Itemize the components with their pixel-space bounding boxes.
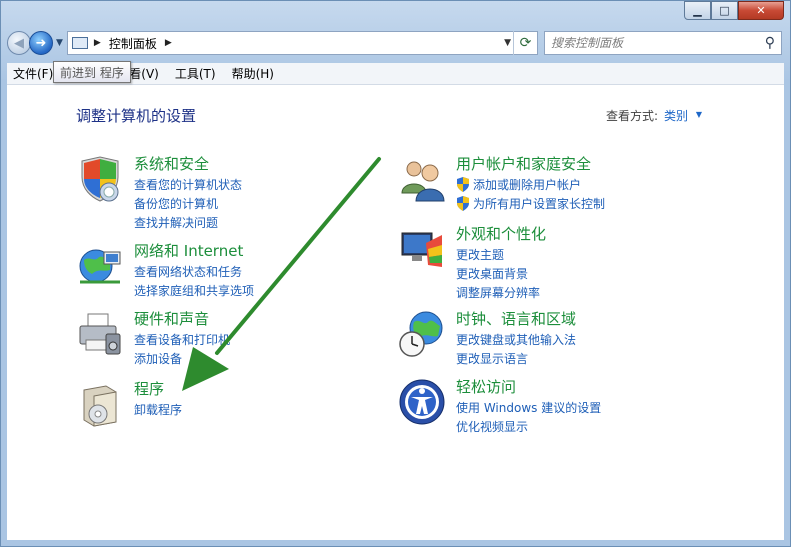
category-title-clock-region[interactable]: 时钟、语言和区域 xyxy=(456,308,576,329)
menu-file[interactable]: 文件(F) xyxy=(7,65,59,82)
category-title-hardware[interactable]: 硬件和声音 xyxy=(134,308,209,329)
address-bar[interactable]: ▶ 控制面板 ▶ ▼ ⟳ xyxy=(66,31,538,55)
maximize-button[interactable]: □ xyxy=(711,1,738,20)
link-parental-controls-label: 为所有用户设置家长控制 xyxy=(473,197,606,211)
link-uninstall-program[interactable]: 卸载程序 xyxy=(134,401,182,420)
link-homegroup[interactable]: 选择家庭组和共享选项 xyxy=(134,282,254,301)
link-network-status[interactable]: 查看网络状态和任务 xyxy=(134,263,254,282)
category-title-ease-access[interactable]: 轻松访问 xyxy=(456,376,516,397)
uac-shield-icon xyxy=(457,196,469,211)
caption-buttons: ▁ □ ✕ xyxy=(684,1,784,21)
search-input[interactable] xyxy=(551,36,751,50)
menu-help[interactable]: 帮助(H) xyxy=(226,65,280,82)
link-add-remove-users[interactable]: 添加或删除用户帐户 xyxy=(456,176,605,195)
category-title-user-accounts[interactable]: 用户帐户和家庭安全 xyxy=(456,153,591,174)
globe-network-icon[interactable] xyxy=(76,242,124,290)
appearance-icon[interactable] xyxy=(398,225,446,273)
search-icon[interactable]: ⚲ xyxy=(765,35,775,51)
breadcrumb-control-panel[interactable]: 控制面板 xyxy=(109,35,157,52)
view-by-dropdown[interactable]: 类别 xyxy=(664,107,688,124)
link-devices-printers[interactable]: 查看设备和打印机 xyxy=(134,331,230,350)
printer-icon[interactable] xyxy=(76,310,124,358)
control-panel-icon xyxy=(71,37,88,49)
control-panel-window: ▁ □ ✕ ◀ ➜ ▼ ▶ 控制面板 ▶ ▼ ⟳ ⚲ 文件(F) 查看(V) 工… xyxy=(0,0,791,547)
recent-pages-dropdown[interactable]: ▼ xyxy=(56,38,63,48)
clock-globe-icon[interactable] xyxy=(398,310,446,358)
search-box[interactable]: ⚲ xyxy=(544,31,782,55)
content-pane: 调整计算机的设置 查看方式: 类别 ▼ 系统和安全 查看您的计算机状态 备份您的… xyxy=(7,85,784,540)
link-keyboard-input[interactable]: 更改键盘或其他输入法 xyxy=(456,331,576,350)
link-add-device[interactable]: 添加设备 xyxy=(134,350,230,369)
link-display-language[interactable]: 更改显示语言 xyxy=(456,350,576,369)
minimize-button[interactable]: ▁ xyxy=(684,1,711,20)
ease-of-access-icon[interactable] xyxy=(398,378,446,426)
view-by-label: 查看方式: xyxy=(605,109,658,123)
forward-tooltip: 前进到 程序 xyxy=(53,61,131,83)
link-windows-recommended[interactable]: 使用 Windows 建议的设置 xyxy=(456,399,601,418)
programs-box-icon[interactable] xyxy=(76,380,124,428)
link-desktop-background[interactable]: 更改桌面背景 xyxy=(456,265,540,284)
menu-tools[interactable]: 工具(T) xyxy=(169,65,222,82)
link-optimize-display[interactable]: 优化视频显示 xyxy=(456,418,601,437)
shield-icon[interactable] xyxy=(76,155,124,203)
link-change-theme[interactable]: 更改主题 xyxy=(456,246,540,265)
category-title-system-security[interactable]: 系统和安全 xyxy=(134,153,209,174)
category-title-appearance[interactable]: 外观和个性化 xyxy=(456,223,546,244)
category-title-network[interactable]: 网络和 Internet xyxy=(134,240,243,261)
navigation-bar: ◀ ➜ ▼ ▶ 控制面板 ▶ ▼ ⟳ ⚲ xyxy=(7,29,782,57)
link-parental-controls[interactable]: 为所有用户设置家长控制 xyxy=(456,195,605,214)
page-title: 调整计算机的设置 xyxy=(76,107,197,125)
refresh-icon: ⟳ xyxy=(519,35,532,51)
breadcrumb-separator[interactable]: ▶ xyxy=(94,38,101,48)
link-backup[interactable]: 备份您的计算机 xyxy=(134,195,242,214)
forward-button[interactable]: ➜ xyxy=(29,31,53,55)
link-screen-resolution[interactable]: 调整屏幕分辨率 xyxy=(456,284,540,303)
link-add-remove-users-label: 添加或删除用户帐户 xyxy=(473,178,582,192)
breadcrumb-separator-2[interactable]: ▶ xyxy=(165,38,172,48)
link-troubleshoot[interactable]: 查找并解决问题 xyxy=(134,214,242,233)
back-button[interactable]: ◀ xyxy=(7,31,31,55)
category-title-programs[interactable]: 程序 xyxy=(134,378,164,399)
users-icon[interactable] xyxy=(398,155,446,203)
address-dropdown-icon[interactable]: ▼ xyxy=(504,38,511,48)
refresh-button[interactable]: ⟳ xyxy=(513,31,537,55)
back-arrow-icon: ◀ xyxy=(14,35,24,51)
uac-shield-icon xyxy=(457,177,469,192)
forward-arrow-icon: ➜ xyxy=(35,35,47,51)
close-button[interactable]: ✕ xyxy=(738,1,784,20)
view-by-chevron-down-icon[interactable]: ▼ xyxy=(696,110,702,119)
link-check-status[interactable]: 查看您的计算机状态 xyxy=(134,176,242,195)
